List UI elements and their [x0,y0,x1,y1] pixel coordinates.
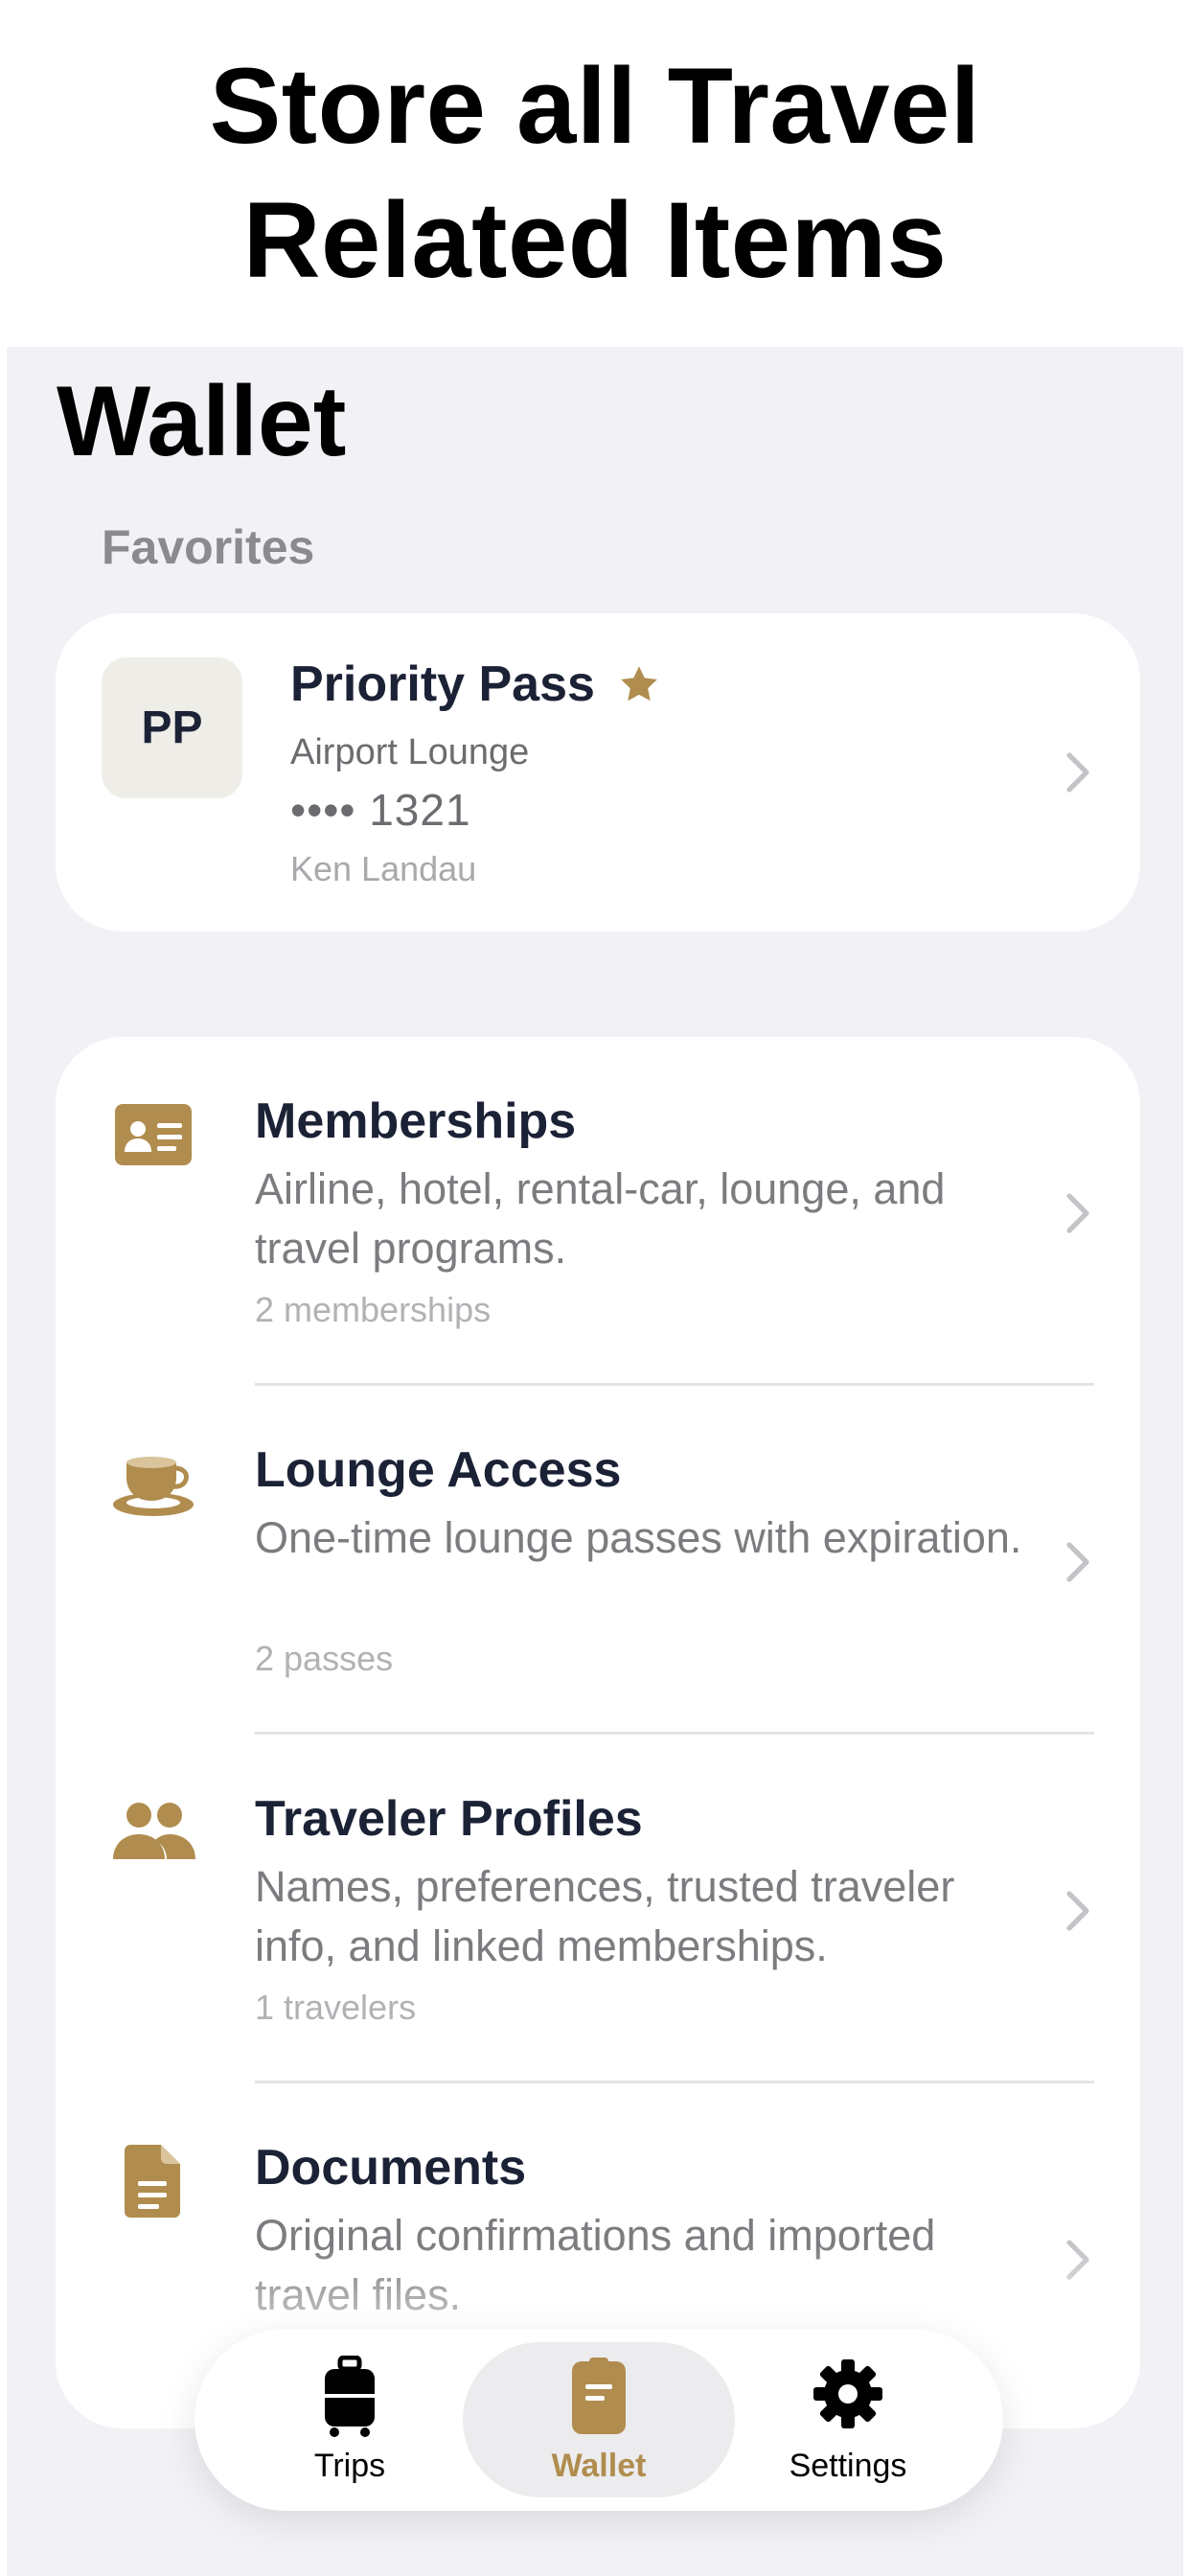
wallet-icon [572,2357,626,2434]
list-item-count: 1 travelers [255,1988,417,2027]
promo-title: Store all Travel Related Items [210,39,981,308]
tab-label: Wallet [551,2447,647,2484]
app-screen: Wallet Favorites PP Priority Pass Airpor… [7,347,1183,2576]
promo-title-line-1: Store all Travel [209,46,981,166]
gear-icon [813,2358,882,2428]
chevron-right-icon [1066,1542,1089,1582]
card-title-row: Priority Pass [290,656,660,713]
people-icon [113,1803,195,1859]
star-icon [621,666,657,702]
list-item-lounge-access[interactable]: Lounge Access One-time lounge passes wit… [56,1386,1140,1735]
list-item-description: Names, preferences, trusted traveler inf… [255,1862,955,1970]
tab-bar: Trips Wallet Settings [195,2329,1003,2511]
chevron-right-icon [1066,1891,1089,1931]
tab-label: Settings [789,2447,907,2484]
list-item-count: 2 passes [255,1639,394,1678]
list-item-traveler-profiles[interactable]: Traveler Profiles Names, preferences, tr… [56,1735,1140,2083]
tab-settings[interactable]: Settings [712,2342,984,2497]
list-item-title: Traveler Profiles [255,1791,643,1847]
promo-header: Store all Travel Related Items [0,0,1190,347]
chevron-right-icon [1066,752,1089,793]
tab-wallet[interactable]: Wallet [463,2342,735,2497]
card-title: Priority Pass [290,656,595,712]
favorite-card-priority-pass[interactable]: PP Priority Pass Airport Lounge •••• 132… [56,613,1140,932]
favorites-section-label: Favorites [102,520,315,574]
list-item-count: 2 memberships [255,1290,492,1329]
promo-title-line-2: Related Items [242,180,948,300]
chevron-right-icon [1066,1193,1089,1233]
card-owner: Ken Landau [290,849,477,888]
coffee-cup-icon [113,1457,194,1516]
list-item-title: Documents [255,2140,527,2196]
list-item-title: Memberships [255,1093,577,1149]
card-subtitle: Airport Lounge [290,732,530,772]
list-item-description: One-time lounge passes with expiration. [255,1513,1022,1562]
document-icon [125,2145,180,2218]
wallet-categories-list: Memberships Airline, hotel, rental-car, … [56,1037,1140,2428]
list-item-memberships[interactable]: Memberships Airline, hotel, rental-car, … [56,1037,1140,1386]
list-item-title: Lounge Access [255,1442,622,1498]
card-number: •••• 1321 [290,785,471,835]
suitcase-icon [325,2355,375,2437]
tab-trips[interactable]: Trips [214,2342,486,2497]
card-badge: PP [102,657,242,798]
tab-label: Trips [313,2447,386,2484]
page-title: Wallet [57,366,347,477]
id-card-icon [115,1104,192,1165]
list-item-description: Airline, hotel, rental-car, lounge, and … [255,1164,946,1273]
